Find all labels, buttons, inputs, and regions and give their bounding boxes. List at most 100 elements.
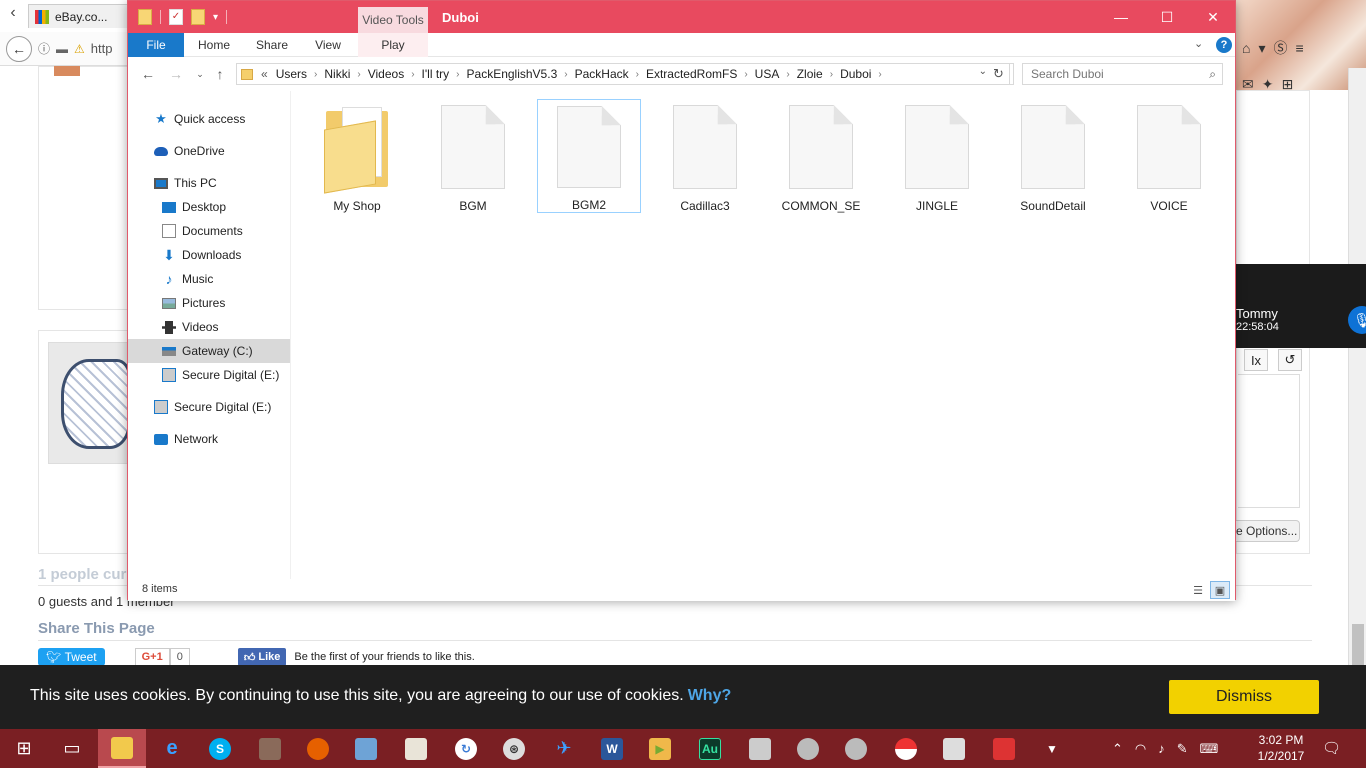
edge-browser-icon[interactable]: e	[148, 729, 196, 768]
skype-extension-icon[interactable]: Ⓢ	[1274, 38, 1288, 58]
maximize-icon[interactable]: ☐	[1144, 1, 1190, 33]
app-taskbar-icon-5[interactable]: ⊛	[490, 729, 538, 768]
action-center-icon[interactable]: 🗨︎	[1322, 739, 1341, 757]
browser-tab-ebay[interactable]: eBay.co...	[28, 4, 128, 28]
folder-icon[interactable]	[138, 9, 152, 25]
file-item-cadillac3[interactable]: Cadillac3	[653, 99, 757, 213]
app-taskbar-icon-11[interactable]	[980, 729, 1028, 768]
nav-gateway-drive[interactable]: Gateway (C:)	[128, 339, 290, 363]
remove-format-icon[interactable]: Ix	[1244, 349, 1268, 371]
tab-home[interactable]: Home	[192, 33, 236, 57]
nav-this-pc[interactable]: This PC	[128, 171, 290, 195]
app-taskbar-icon-4[interactable]: ↻	[442, 729, 490, 768]
breadcrumb-packenglish[interactable]: PackEnglishV5.3	[467, 67, 558, 81]
breadcrumb-usa[interactable]: USA	[755, 67, 780, 81]
app-taskbar-icon-9[interactable]	[832, 729, 880, 768]
cookie-why-link[interactable]: Why?	[688, 687, 732, 704]
app-taskbar-icon-8[interactable]	[784, 729, 832, 768]
app-taskbar-icon-10[interactable]	[930, 729, 978, 768]
nav-secure-digital-sub[interactable]: Secure Digital (E:)	[128, 363, 290, 387]
file-item-jingle[interactable]: JINGLE	[885, 99, 989, 213]
chevron-right-icon[interactable]: ›	[786, 69, 789, 80]
pokeball-taskbar-icon[interactable]	[882, 729, 930, 768]
nav-network[interactable]: Network	[128, 427, 290, 451]
app-taskbar-icon-6[interactable]: ✈	[540, 729, 588, 768]
nav-downloads[interactable]: ⬇ Downloads	[128, 243, 290, 267]
fox-taskbar-icon[interactable]: ▼	[1028, 729, 1076, 768]
tab-share[interactable]: Share	[250, 33, 294, 57]
details-view-icon[interactable]: ☰	[1188, 581, 1208, 599]
keyboard-icon[interactable]: ⌨	[1200, 741, 1219, 757]
app-taskbar-icon-2[interactable]	[342, 729, 390, 768]
address-bar[interactable]: « Users › Nikki › Videos › I'll try › PackEn…	[236, 63, 1014, 85]
help-icon[interactable]: ?	[1216, 37, 1232, 53]
new-folder-icon[interactable]	[191, 9, 205, 25]
recent-locations-icon[interactable]: ⌄	[190, 65, 210, 83]
back-arrow-icon[interactable]: ←	[138, 65, 158, 83]
up-arrow-icon[interactable]: ↑	[210, 65, 230, 83]
nav-pictures[interactable]: Pictures	[128, 291, 290, 315]
breadcrumb-users[interactable]: Users	[276, 67, 307, 81]
file-item-bgm[interactable]: BGM	[421, 99, 525, 213]
search-icon[interactable]: ⌕	[1209, 67, 1216, 82]
nav-music[interactable]: ♪ Music	[128, 267, 290, 291]
cookie-dismiss-button[interactable]: Dismiss	[1169, 680, 1319, 714]
breadcrumb-videos[interactable]: Videos	[368, 67, 404, 81]
chevron-right-icon[interactable]: ›	[744, 69, 747, 80]
chevron-right-icon[interactable]: ›	[564, 69, 567, 80]
editor-area[interactable]	[1238, 374, 1300, 508]
nav-quick-access[interactable]: ★ Quick access	[128, 107, 290, 131]
tab-play[interactable]: Play	[373, 33, 413, 57]
nav-secure-digital[interactable]: Secure Digital (E:)	[128, 395, 290, 419]
browser-back-arrow-icon[interactable]: ‹	[2, 4, 24, 28]
file-item-voice[interactable]: VOICE	[1117, 99, 1221, 213]
browser-url-bar[interactable]: ← ⓘ ▬ ⚠ http	[0, 32, 128, 66]
forward-arrow-icon[interactable]: →	[166, 65, 186, 83]
browser-back-button-icon[interactable]: ←	[6, 35, 32, 62]
breadcrumb-overflow[interactable]: «	[261, 67, 268, 81]
file-item-common-se[interactable]: COMMON_SE	[769, 99, 873, 213]
word-taskbar-icon[interactable]: W	[588, 729, 636, 768]
chevron-right-icon[interactable]: ›	[357, 69, 360, 80]
file-item-sounddetail[interactable]: SoundDetail	[1001, 99, 1105, 213]
chevron-right-icon[interactable]: ›	[878, 69, 881, 80]
search-box[interactable]: ⌕	[1022, 63, 1223, 85]
skype-taskbar-icon[interactable]: S	[196, 729, 244, 768]
properties-icon[interactable]: ✓	[169, 9, 183, 25]
chevron-right-icon[interactable]: ›	[456, 69, 459, 80]
app-taskbar-icon-3[interactable]	[392, 729, 440, 768]
customize-toolbar-icon[interactable]: ▾	[213, 12, 218, 23]
title-bar[interactable]: ✓ ▾ Video Tools Duboi — ☐ ✕	[128, 1, 1235, 33]
breadcrumb-nikki[interactable]: Nikki	[324, 67, 350, 81]
wifi-icon[interactable]: ◠	[1135, 741, 1146, 757]
folder-item-my-shop[interactable]: My Shop	[305, 99, 409, 213]
file-item-bgm2[interactable]: BGM2	[537, 99, 641, 213]
browser-scrollbar[interactable]	[1348, 68, 1366, 730]
app-taskbar-icon[interactable]	[246, 729, 294, 768]
close-icon[interactable]: ✕	[1190, 1, 1236, 33]
breadcrumb-duboi[interactable]: Duboi	[840, 67, 871, 81]
address-dropdown-icon[interactable]: ⌄	[979, 66, 987, 77]
file-list-area[interactable]: My Shop BGM BGM2 Cadillac3 COMMON_SE JIN…	[291, 91, 1235, 579]
file-explorer-taskbar-icon[interactable]	[98, 729, 146, 768]
search-input[interactable]	[1031, 67, 1191, 81]
tab-file[interactable]: File	[128, 33, 184, 57]
menu-icon[interactable]: ≡	[1296, 40, 1304, 56]
breadcrumb-extractedromfs[interactable]: ExtractedRomFS	[646, 67, 737, 81]
home-icon[interactable]: ⌂	[1242, 40, 1250, 56]
breadcrumb-packhack[interactable]: PackHack	[575, 67, 629, 81]
firefox-taskbar-icon[interactable]	[294, 729, 342, 768]
media-player-taskbar-icon[interactable]: ▶	[636, 729, 684, 768]
facebook-like-button[interactable]: 👍︎ Like	[237, 648, 287, 666]
expand-ribbon-icon[interactable]: ⌄	[1194, 37, 1203, 50]
nav-desktop[interactable]: Desktop	[128, 195, 290, 219]
large-icons-view-icon[interactable]: ▣	[1210, 581, 1230, 599]
nav-documents[interactable]: Documents	[128, 219, 290, 243]
task-view-icon[interactable]: ▭	[48, 729, 96, 768]
dropdown-icon[interactable]: ▾	[1258, 40, 1265, 57]
nav-videos[interactable]: Videos	[128, 315, 290, 339]
show-hidden-icons-icon[interactable]: ⌃	[1112, 741, 1123, 757]
audition-taskbar-icon[interactable]: Au	[686, 729, 734, 768]
restore-draft-icon[interactable]: ↺	[1278, 349, 1302, 371]
chevron-right-icon[interactable]: ›	[411, 69, 414, 80]
